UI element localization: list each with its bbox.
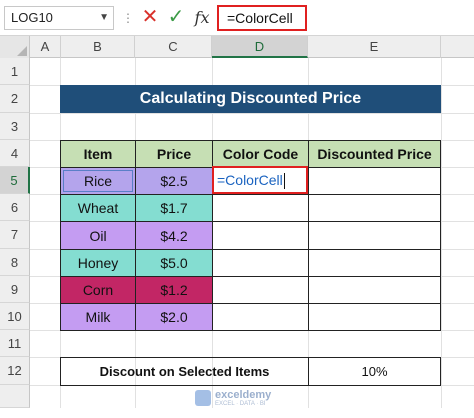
color-code-cell[interactable] — [212, 303, 309, 331]
price-cell[interactable]: $2.5 — [135, 167, 213, 195]
price-cell[interactable]: $1.7 — [135, 194, 213, 222]
row-header-4[interactable]: 4 — [0, 140, 30, 167]
watermark-name: exceldemy — [215, 389, 272, 401]
row-header-1[interactable]: 1 — [0, 58, 30, 85]
text-cursor — [283, 173, 285, 190]
color-code-cell[interactable] — [212, 221, 309, 250]
price-cell[interactable]: $2.0 — [135, 303, 213, 331]
item-cell[interactable]: Rice — [60, 167, 136, 195]
color-code-cell[interactable] — [212, 249, 309, 277]
discounted-price-cell[interactable] — [308, 303, 441, 331]
discount-value-cell[interactable]: 10% — [308, 357, 441, 386]
price-cell[interactable]: $1.2 — [135, 276, 213, 304]
name-box[interactable]: LOG10 ▼ — [4, 6, 114, 30]
formula-input[interactable]: =ColorCell — [217, 5, 307, 31]
active-cell-d5[interactable]: =ColorCell — [212, 166, 308, 194]
color-code-cell[interactable] — [212, 194, 309, 222]
discount-label-cell[interactable]: Discount on Selected Items — [60, 357, 309, 386]
header-discounted-price[interactable]: Discounted Price — [308, 140, 441, 168]
row-header-3[interactable]: 3 — [0, 113, 30, 140]
fx-button[interactable]: fx — [192, 6, 212, 30]
select-all-triangle-icon — [17, 46, 27, 56]
close-x-icon[interactable]: ✕ — [140, 5, 160, 29]
item-cell[interactable]: Oil — [60, 221, 136, 250]
header-price[interactable]: Price — [135, 140, 213, 168]
discounted-price-cell[interactable] — [308, 221, 441, 250]
checkmark-icon[interactable]: ✓ — [166, 5, 186, 29]
item-cell[interactable]: Corn — [60, 276, 136, 304]
item-cell[interactable]: Wheat — [60, 194, 136, 222]
row-header-13[interactable] — [0, 385, 30, 408]
header-item[interactable]: Item — [60, 140, 136, 168]
row-header-7[interactable]: 7 — [0, 221, 30, 249]
watermark-tagline: EXCEL · DATA · BI — [215, 401, 266, 407]
gridline — [441, 58, 442, 408]
column-header-row: A B C D E — [0, 36, 474, 58]
chevron-down-icon[interactable]: ▼ — [99, 7, 109, 29]
item-cell[interactable]: Honey — [60, 249, 136, 277]
column-header-c[interactable]: C — [135, 36, 212, 58]
row-header-6[interactable]: 6 — [0, 194, 30, 221]
price-cell[interactable]: $4.2 — [135, 221, 213, 250]
vertical-dots-icon[interactable]: ⋮ — [122, 8, 134, 28]
column-header-e[interactable]: E — [308, 36, 441, 58]
color-code-cell[interactable] — [212, 276, 309, 304]
name-box-value: LOG10 — [11, 10, 53, 25]
row-header-9[interactable]: 9 — [0, 276, 30, 303]
row-header-2[interactable]: 2 — [0, 85, 30, 113]
discounted-price-cell[interactable] — [308, 194, 441, 222]
discounted-price-cell[interactable] — [308, 249, 441, 277]
sheet-title: Calculating Discounted Price — [60, 85, 441, 113]
discounted-price-cell[interactable] — [308, 276, 441, 304]
column-header-a[interactable]: A — [30, 36, 61, 58]
formula-bar: LOG10 ▼ ⋮ ✕ ✓ fx =ColorCell — [0, 0, 474, 36]
row-header-12[interactable]: 12 — [0, 357, 30, 385]
row-header-8[interactable]: 8 — [0, 249, 30, 276]
discounted-price-cell[interactable] — [308, 167, 441, 195]
row-header-11[interactable]: 11 — [0, 330, 30, 357]
row-header-5[interactable]: 5 — [0, 167, 30, 194]
column-header-d[interactable]: D — [212, 36, 308, 58]
header-color-code[interactable]: Color Code — [212, 140, 309, 168]
price-cell[interactable]: $5.0 — [135, 249, 213, 277]
gridline — [30, 113, 474, 114]
watermark-logo: exceldemy EXCEL · DATA · BI — [195, 386, 315, 410]
row-header-10[interactable]: 10 — [0, 303, 30, 330]
item-cell[interactable]: Milk — [60, 303, 136, 331]
active-cell-text: =ColorCell — [217, 172, 283, 188]
exceldemy-logo-icon — [195, 390, 211, 406]
select-all-button[interactable] — [0, 36, 30, 58]
column-header-b[interactable]: B — [61, 36, 135, 58]
